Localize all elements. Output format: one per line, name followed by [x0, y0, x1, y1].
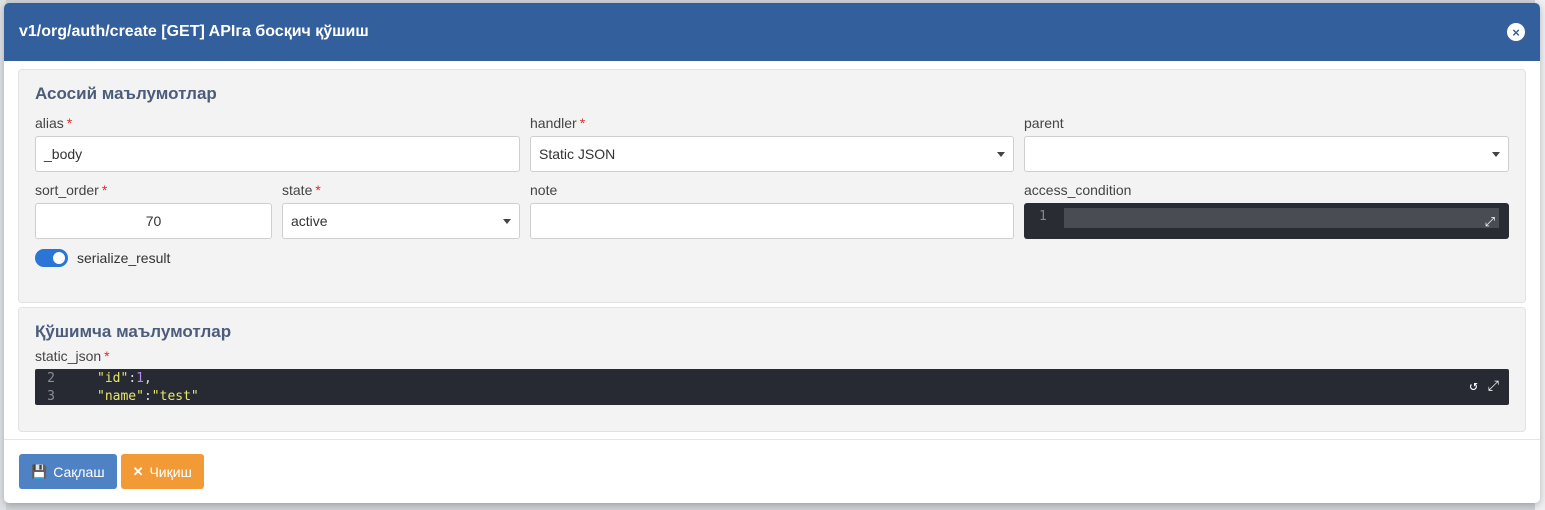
code-line: 2 "id" : 1 ,	[35, 369, 1509, 387]
modal-header: v1/org/auth/create [GET] APIга босқич қў…	[4, 3, 1540, 61]
serialize-result-row: serialize_result	[35, 249, 1509, 267]
modal-body: Асосий маълумотлар alias * _body handler *…	[4, 61, 1540, 439]
required-mark: *	[66, 115, 73, 131]
handler-field: handler * Static JSON	[530, 115, 1014, 172]
editor-toolbar: ↺ ⤢	[1469, 378, 1499, 394]
sort-order-field: sort_order * 70	[35, 182, 272, 239]
note-label: note	[530, 182, 558, 198]
modal-title: v1/org/auth/create [GET] APIга босқич қў…	[19, 23, 369, 40]
caret-down-icon	[503, 219, 511, 224]
json-value: "test"	[151, 388, 199, 404]
form-row-1: alias * _body handler * Static JSON parent	[35, 115, 1509, 172]
note-input[interactable]	[530, 203, 1014, 239]
save-icon: 💾	[31, 463, 48, 479]
json-value: 1	[136, 370, 144, 386]
alias-label: alias	[35, 115, 64, 131]
required-mark: *	[315, 182, 321, 198]
required-mark: *	[104, 348, 110, 364]
undo-icon[interactable]: ↺	[1469, 378, 1477, 394]
serialize-result-toggle[interactable]	[35, 249, 68, 267]
modal-footer: 💾 Сақлаш ✕ Чиқиш	[4, 439, 1540, 503]
required-mark: *	[101, 182, 108, 198]
close-icon: ✕	[132, 463, 144, 479]
static-json-label: static_json	[35, 348, 102, 364]
expand-icon[interactable]: ⤢	[1488, 378, 1499, 394]
parent-select[interactable]	[1024, 136, 1509, 172]
sort-order-input[interactable]: 70	[35, 203, 272, 239]
exit-button[interactable]: ✕ Чиқиш	[120, 454, 204, 489]
state-field: state * active	[282, 182, 520, 239]
line-number: 1	[1039, 209, 1047, 224]
save-button[interactable]: 💾 Сақлаш	[19, 454, 117, 489]
parent-field: parent	[1024, 115, 1509, 172]
access-condition-label: access_condition	[1024, 182, 1132, 198]
active-line-highlight	[1064, 208, 1499, 228]
serialize-result-label: serialize_result	[77, 250, 171, 266]
save-button-label: Сақлаш	[53, 463, 105, 480]
extra-panel-title: Қўшимча маълумотлар	[35, 322, 232, 341]
main-info-panel: Асосий маълумотлар alias * _body handler *…	[18, 69, 1526, 303]
access-condition-field: access_condition 1 ⤢	[1024, 182, 1509, 239]
modal-dialog: v1/org/auth/create [GET] APIга босқич қў…	[4, 3, 1540, 503]
code-line: 3 "name" : "test"	[35, 387, 1509, 405]
alias-field: alias * _body	[35, 115, 520, 172]
handler-label: handler	[530, 115, 577, 131]
expand-icon[interactable]: ⤢	[1485, 215, 1495, 228]
handler-select[interactable]: Static JSON	[530, 136, 1014, 172]
close-icon[interactable]: ×	[1507, 23, 1525, 41]
json-colon: :	[128, 370, 137, 386]
alias-input[interactable]: _body	[35, 136, 520, 172]
state-select[interactable]: active	[282, 203, 520, 239]
required-mark: *	[579, 115, 586, 131]
main-panel-title: Асосий маълумотлар	[35, 84, 217, 103]
access-condition-editor[interactable]: 1 ⤢	[1024, 203, 1509, 239]
extra-info-panel: Қўшимча маълумотлар static_json * 2 "id" …	[18, 307, 1526, 432]
parent-label: parent	[1024, 115, 1064, 131]
json-colon: :	[143, 388, 152, 404]
caret-down-icon	[997, 152, 1005, 157]
static-json-editor[interactable]: 2 "id" : 1 , 3 "name" : "test" ↺ ⤢	[35, 369, 1509, 405]
json-key: "name"	[97, 388, 144, 404]
handler-select-value: Static JSON	[539, 146, 616, 162]
json-comma: ,	[143, 370, 152, 386]
state-label: state	[282, 182, 313, 198]
note-field: note	[530, 182, 1014, 239]
caret-down-icon	[1492, 152, 1500, 157]
sort-order-label: sort_order	[35, 182, 99, 198]
line-number: 3	[47, 388, 55, 404]
exit-button-label: Чиқиш	[149, 463, 192, 480]
form-row-2: sort_order * 70 state * active note access…	[35, 182, 1509, 239]
state-select-value: active	[291, 213, 328, 229]
line-number: 2	[47, 370, 55, 386]
json-key: "id"	[97, 370, 129, 386]
